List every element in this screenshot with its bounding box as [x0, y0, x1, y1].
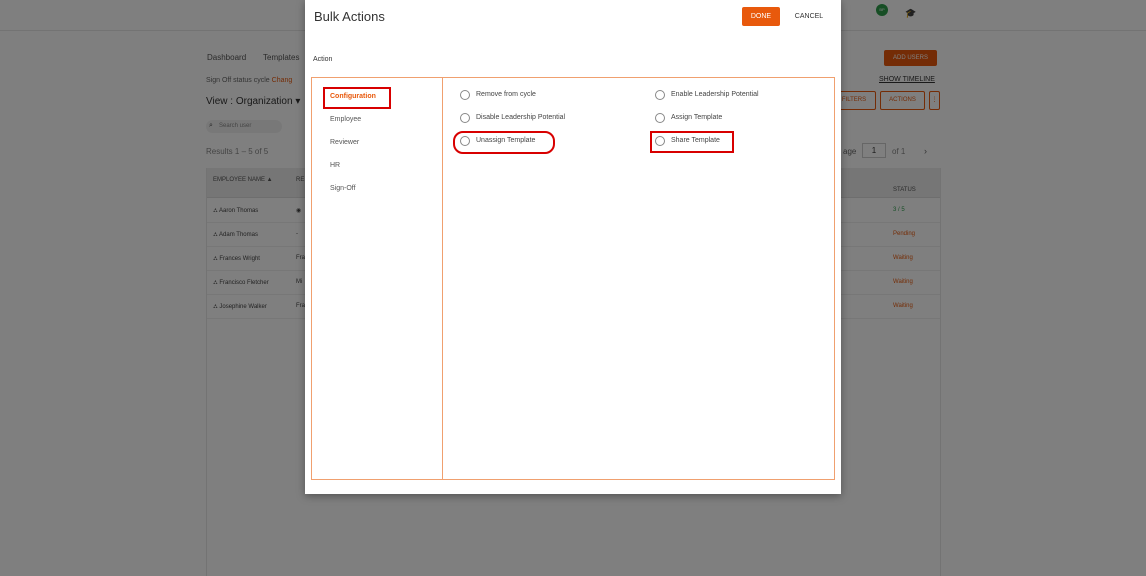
option-label: Assign Template: [671, 114, 723, 121]
category-sign-off[interactable]: Sign-Off: [330, 185, 356, 192]
category-hr[interactable]: HR: [330, 162, 340, 169]
radio-remove-from-cycle[interactable]: [460, 90, 470, 100]
radio-enable-leadership-potential[interactable]: [655, 90, 665, 100]
option-label: Share Template: [671, 137, 720, 144]
modal-title: Bulk Actions: [314, 9, 385, 24]
action-panel: Configuration Employee Reviewer HR Sign-…: [311, 77, 835, 480]
radio-unassign-template[interactable]: [460, 136, 470, 146]
category-reviewer[interactable]: Reviewer: [330, 139, 359, 146]
option-label: Unassign Template: [476, 137, 536, 144]
action-category-list: Configuration Employee Reviewer HR Sign-…: [312, 78, 443, 479]
action-label: Action: [313, 56, 333, 63]
radio-disable-leadership-potential[interactable]: [460, 113, 470, 123]
option-label: Disable Leadership Potential: [476, 114, 566, 121]
option-label: Remove from cycle: [476, 91, 536, 98]
category-configuration[interactable]: Configuration: [330, 93, 376, 100]
done-button[interactable]: DONE: [742, 7, 780, 26]
bulk-actions-modal: Bulk Actions DONE CANCEL Action Configur…: [305, 0, 841, 494]
radio-assign-template[interactable]: [655, 113, 665, 123]
cancel-button[interactable]: CANCEL: [787, 7, 831, 26]
category-employee[interactable]: Employee: [330, 116, 361, 123]
radio-share-template[interactable]: [655, 136, 665, 146]
option-label: Enable Leadership Potential: [671, 91, 759, 98]
